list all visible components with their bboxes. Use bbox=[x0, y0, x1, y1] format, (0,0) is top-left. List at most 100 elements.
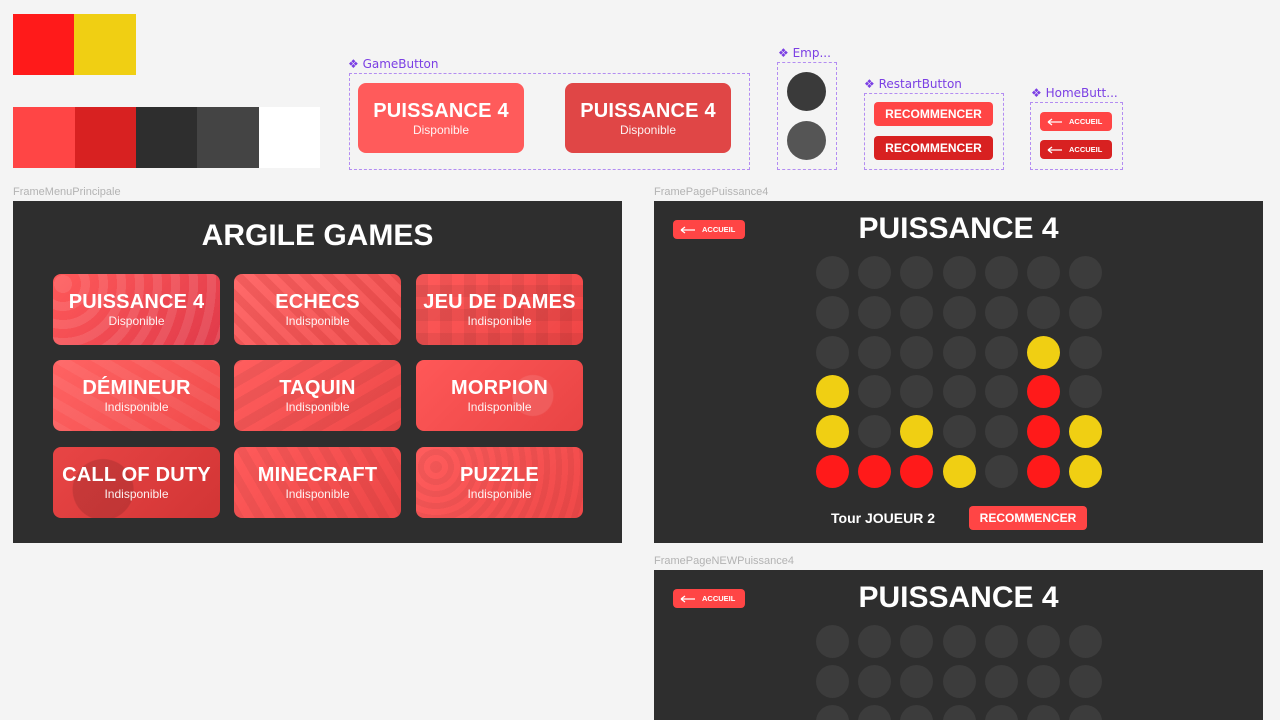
yellow-token[interactable] bbox=[900, 415, 933, 448]
game-tile-title: CALL OF DUTY bbox=[62, 464, 211, 486]
game-tile-minecraft[interactable]: MINECRAFT Indisponible bbox=[234, 447, 401, 518]
gamebutton-hover[interactable]: PUISSANCE 4 Disponible bbox=[565, 83, 731, 153]
empty-cell[interactable] bbox=[858, 256, 891, 289]
turn-indicator: Tour JOUEUR 2 bbox=[831, 510, 935, 526]
empty-cell[interactable] bbox=[900, 665, 933, 698]
empty-cell[interactable] bbox=[900, 336, 933, 369]
empty-cell[interactable] bbox=[943, 256, 976, 289]
empty-cell[interactable] bbox=[1069, 296, 1102, 329]
empty-cell[interactable] bbox=[985, 665, 1018, 698]
home-button-label: ACCUEIL bbox=[1069, 117, 1103, 126]
empty-cell[interactable] bbox=[858, 625, 891, 658]
restart-button-default[interactable]: RECOMMENCER bbox=[874, 102, 993, 126]
empty-cell[interactable] bbox=[943, 415, 976, 448]
empty-cell[interactable] bbox=[858, 705, 891, 720]
home-button-hover[interactable]: ACCUEIL bbox=[1040, 140, 1112, 159]
empty-cell[interactable] bbox=[943, 375, 976, 408]
home-button-default[interactable]: ACCUEIL bbox=[1040, 112, 1112, 131]
empty-cell[interactable] bbox=[900, 296, 933, 329]
empty-cell[interactable] bbox=[1069, 375, 1102, 408]
empty-cell[interactable] bbox=[985, 375, 1018, 408]
empty-cell[interactable] bbox=[900, 256, 933, 289]
empty-cell[interactable] bbox=[985, 705, 1018, 720]
empty-cell[interactable] bbox=[1069, 705, 1102, 720]
game-tile-call-of-duty[interactable]: CALL OF DUTY Indisponible bbox=[53, 447, 220, 518]
empty-cell[interactable] bbox=[943, 296, 976, 329]
swatch-gray-dark bbox=[136, 107, 197, 168]
empty-cell[interactable] bbox=[816, 705, 849, 720]
game-tile-morpion[interactable]: MORPION Indisponible bbox=[416, 360, 583, 431]
game-tile-status: Indisponible bbox=[467, 487, 532, 501]
game-tile-jeu-de-dames[interactable]: JEU DE DAMES Indisponible bbox=[416, 274, 583, 345]
p4-frame: ACCUEIL PUISSANCE 4 Tour JOUEUR 2 RECOMM… bbox=[654, 201, 1263, 543]
restart-button-hover[interactable]: RECOMMENCER bbox=[874, 136, 993, 160]
empty-cell[interactable] bbox=[816, 336, 849, 369]
empty-cell[interactable] bbox=[985, 455, 1018, 488]
empty-cell[interactable] bbox=[985, 415, 1018, 448]
empty-cell[interactable] bbox=[1027, 705, 1060, 720]
empty-cell[interactable] bbox=[858, 665, 891, 698]
empty-cell[interactable] bbox=[1027, 625, 1060, 658]
p4-title: PUISSANCE 4 bbox=[858, 212, 1059, 245]
empty-cell[interactable] bbox=[985, 296, 1018, 329]
yellow-token[interactable] bbox=[1069, 415, 1102, 448]
red-token[interactable] bbox=[1027, 415, 1060, 448]
new-p4-frame: ACCUEIL PUISSANCE 4 bbox=[654, 570, 1263, 720]
gamebutton-subtitle: Disponible bbox=[412, 122, 470, 137]
red-token[interactable] bbox=[900, 455, 933, 488]
yellow-token[interactable] bbox=[816, 375, 849, 408]
game-tile-puzzle[interactable]: PUZZLE Indisponible bbox=[416, 447, 583, 518]
empty-cell[interactable] bbox=[858, 336, 891, 369]
game-tile-status: Indisponible bbox=[285, 314, 350, 328]
empty-cell[interactable] bbox=[1069, 665, 1102, 698]
game-tile-echecs[interactable]: ECHECS Indisponible bbox=[234, 274, 401, 345]
game-tile-title: MINECRAFT bbox=[257, 464, 378, 486]
yellow-token[interactable] bbox=[816, 415, 849, 448]
empty-cell[interactable] bbox=[816, 625, 849, 658]
empty-cell[interactable] bbox=[900, 375, 933, 408]
red-token[interactable] bbox=[1027, 375, 1060, 408]
empty-cell[interactable] bbox=[816, 665, 849, 698]
yellow-token[interactable] bbox=[1069, 455, 1102, 488]
home-button-label: ACCUEIL bbox=[1069, 145, 1103, 154]
empty-cell[interactable] bbox=[900, 705, 933, 720]
red-token[interactable] bbox=[1027, 455, 1060, 488]
game-tile-puissance-4[interactable]: PUISSANCE 4 Disponible bbox=[53, 274, 220, 345]
empty-cell[interactable] bbox=[985, 336, 1018, 369]
empty-cell[interactable] bbox=[1069, 625, 1102, 658]
game-tile-title: TAQUIN bbox=[279, 377, 356, 399]
empty-cell[interactable] bbox=[858, 375, 891, 408]
empty-cell[interactable] bbox=[943, 625, 976, 658]
gamebutton-title: PUISSANCE 4 bbox=[580, 99, 716, 122]
empty-cell[interactable] bbox=[943, 665, 976, 698]
empty-cell[interactable] bbox=[900, 625, 933, 658]
empty-cell-dark bbox=[787, 72, 826, 111]
yellow-token[interactable] bbox=[943, 455, 976, 488]
empty-cell[interactable] bbox=[943, 336, 976, 369]
game-tile-status: Indisponible bbox=[285, 400, 350, 414]
empty-cell[interactable] bbox=[985, 625, 1018, 658]
game-tile-taquin[interactable]: TAQUIN Indisponible bbox=[234, 360, 401, 431]
yellow-token[interactable] bbox=[1027, 336, 1060, 369]
red-token[interactable] bbox=[816, 455, 849, 488]
empty-cell[interactable] bbox=[1027, 665, 1060, 698]
game-tile-status: Indisponible bbox=[467, 400, 532, 414]
empty-component-label: ❖ Emp... bbox=[778, 46, 831, 60]
game-tile-démineur[interactable]: DÉMINEUR Indisponible bbox=[53, 360, 220, 431]
empty-cell[interactable] bbox=[816, 296, 849, 329]
empty-cell[interactable] bbox=[858, 415, 891, 448]
game-tile-status: Indisponible bbox=[104, 487, 169, 501]
empty-cell[interactable] bbox=[858, 296, 891, 329]
empty-cell[interactable] bbox=[985, 256, 1018, 289]
empty-cell[interactable] bbox=[1027, 296, 1060, 329]
red-token[interactable] bbox=[858, 455, 891, 488]
swatch-red bbox=[13, 14, 74, 75]
empty-cell[interactable] bbox=[943, 705, 976, 720]
empty-cell[interactable] bbox=[1069, 256, 1102, 289]
p4-restart-button[interactable]: RECOMMENCER bbox=[969, 506, 1087, 530]
empty-cell[interactable] bbox=[816, 256, 849, 289]
swatch-red-dark bbox=[75, 107, 136, 168]
empty-cell[interactable] bbox=[1069, 336, 1102, 369]
gamebutton-default[interactable]: PUISSANCE 4 Disponible bbox=[358, 83, 524, 153]
empty-cell[interactable] bbox=[1027, 256, 1060, 289]
